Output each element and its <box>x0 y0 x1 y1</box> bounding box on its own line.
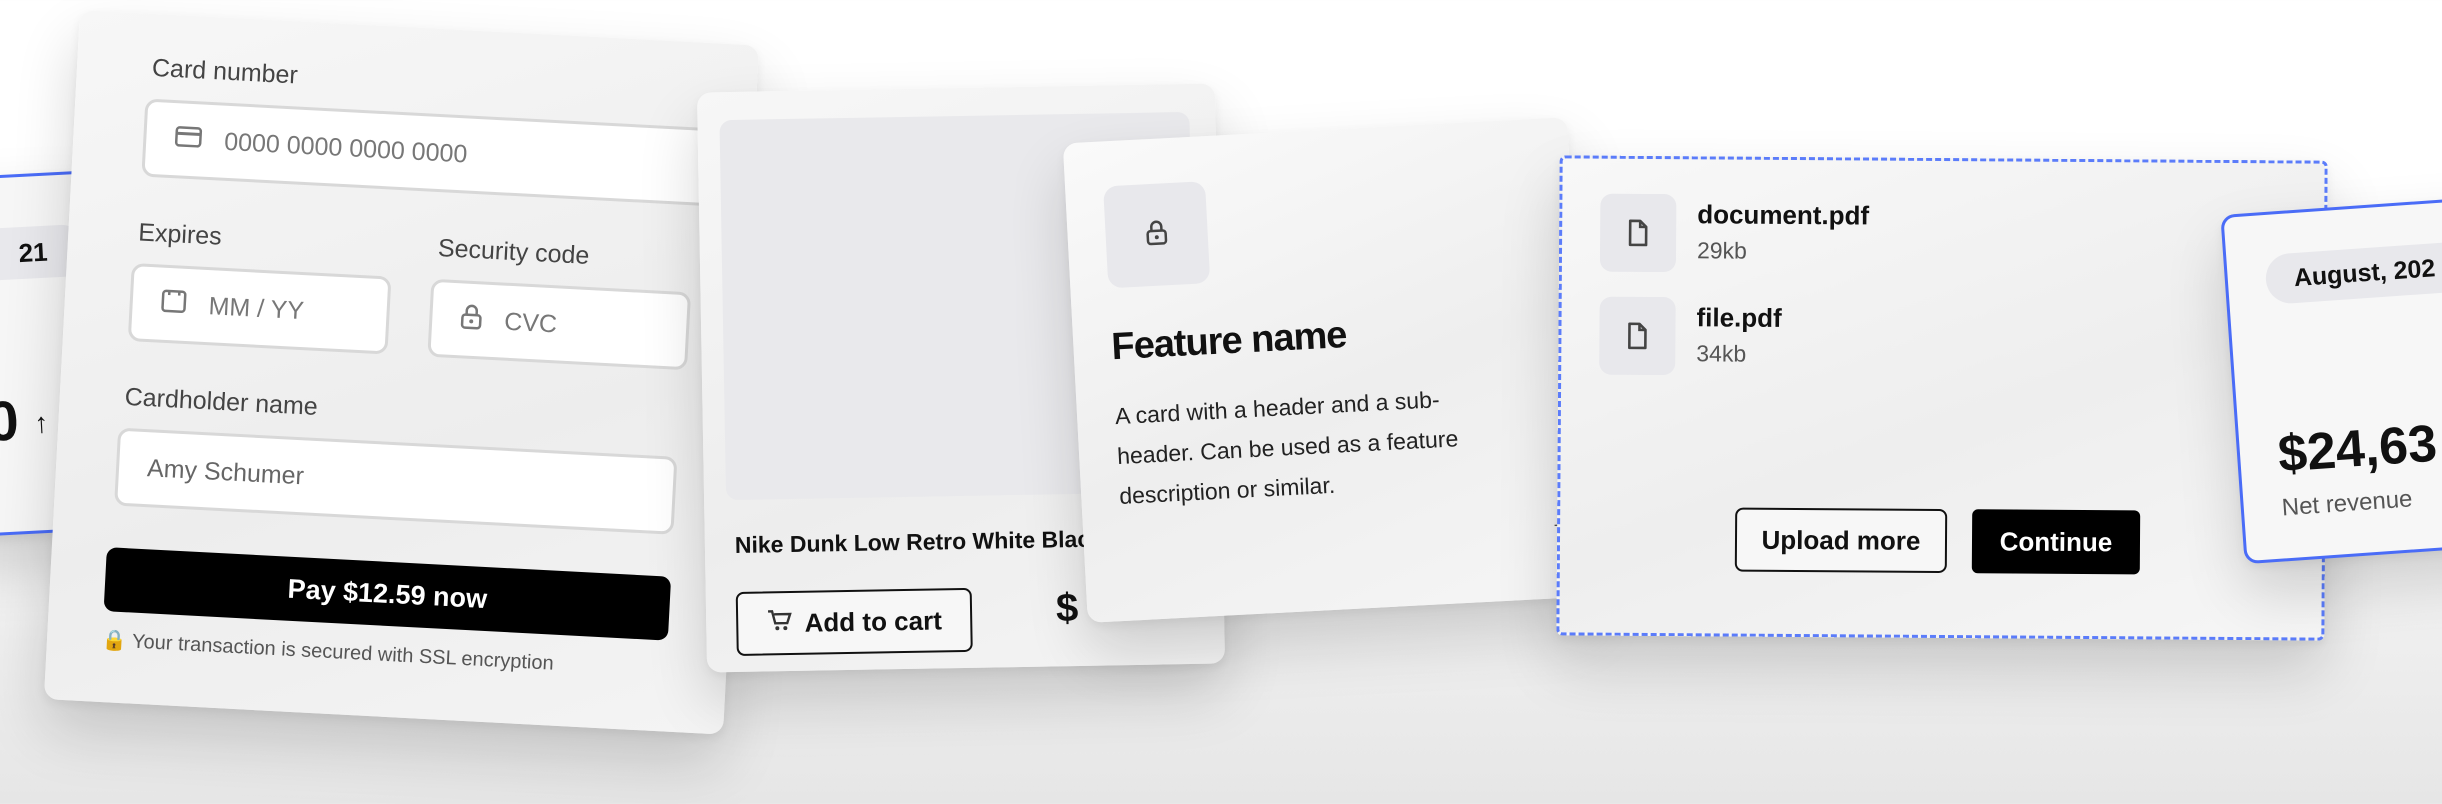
upload-more-button[interactable]: Upload more <box>1734 507 1948 574</box>
file-item: document.pdf 29kb <box>1563 158 2325 273</box>
product-name: Nike Dunk Low Retro White Black <box>734 525 1104 558</box>
security-code-label: Security code <box>437 234 591 270</box>
upload-more-label: Upload more <box>1761 524 1921 556</box>
feature-card: Feature name A card with a header and a … <box>1062 117 1593 623</box>
date-pill-text: August, 202 <box>2292 253 2437 292</box>
cardholder-name-label: Cardholder name <box>124 382 319 421</box>
secure-note-text: Your transaction is secured with SSL enc… <box>131 630 555 675</box>
revenue-card-right: August, 202 $24,63 Net revenue <box>2220 185 2442 565</box>
upload-card: document.pdf 29kb file.pdf 34kb Upload m… <box>1556 155 2328 641</box>
revenue-value: $24,63 <box>2276 414 2439 484</box>
file-item: file.pdf 34kb <box>1563 158 2325 376</box>
revenue-value: 30 ↑ <box>0 386 50 456</box>
security-code-placeholder: CVC <box>503 307 558 338</box>
date-pill-text: 21 <box>17 236 49 268</box>
add-to-cart-button[interactable]: Add to cart <box>735 587 973 656</box>
feature-description: A card with a header and a sub-header. C… <box>1114 386 1459 510</box>
expires-label: Expires <box>137 218 223 251</box>
file-size: 29kb <box>1696 237 1747 264</box>
security-code-input[interactable]: CVC <box>427 278 692 371</box>
card-number-input[interactable]: 0000 0000 0000 0000 <box>141 98 785 210</box>
pay-button-label: Pay $12.59 now <box>286 573 488 614</box>
card-number-label: Card number <box>151 53 299 90</box>
credit-card-icon <box>174 125 203 155</box>
payment-card: Card number 0000 0000 0000 0000 Expires … <box>43 10 785 735</box>
pay-button[interactable]: Pay $12.59 now <box>103 547 672 641</box>
feature-title: Feature name <box>1110 313 1348 369</box>
cardholder-name-value: Amy Schumer <box>146 453 305 490</box>
continue-label: Continue <box>1999 525 2113 557</box>
file-icon <box>1599 193 1677 273</box>
file-size: 34kb <box>1696 340 1747 367</box>
file-name: document.pdf <box>1697 199 1870 231</box>
continue-button[interactable]: Continue <box>1971 509 2141 575</box>
lock-icon: 🔒 <box>101 629 128 653</box>
secure-note: 🔒 Your transaction is secured with SSL e… <box>101 627 554 676</box>
calendar-icon <box>160 288 188 320</box>
date-pill: August, 202 <box>2264 236 2442 305</box>
arrow-up-icon: ↑ <box>33 407 50 439</box>
lock-icon <box>459 303 483 337</box>
cart-icon <box>766 606 793 639</box>
lock-icon <box>1145 219 1169 251</box>
revenue-value-text: 30 <box>0 388 21 455</box>
file-icon <box>1599 296 1676 376</box>
cardholder-name-input[interactable]: Amy Schumer <box>114 427 678 535</box>
feature-icon-box <box>1103 181 1211 289</box>
revenue-caption: Net revenue <box>2280 485 2414 522</box>
expires-input[interactable]: MM / YY <box>127 263 392 355</box>
add-to-cart-label: Add to cart <box>804 604 943 638</box>
file-name: file.pdf <box>1696 302 1782 333</box>
product-price: $ <box>1055 585 1079 631</box>
card-number-placeholder: 0000 0000 0000 0000 <box>223 127 469 168</box>
expires-placeholder: MM / YY <box>207 291 305 325</box>
